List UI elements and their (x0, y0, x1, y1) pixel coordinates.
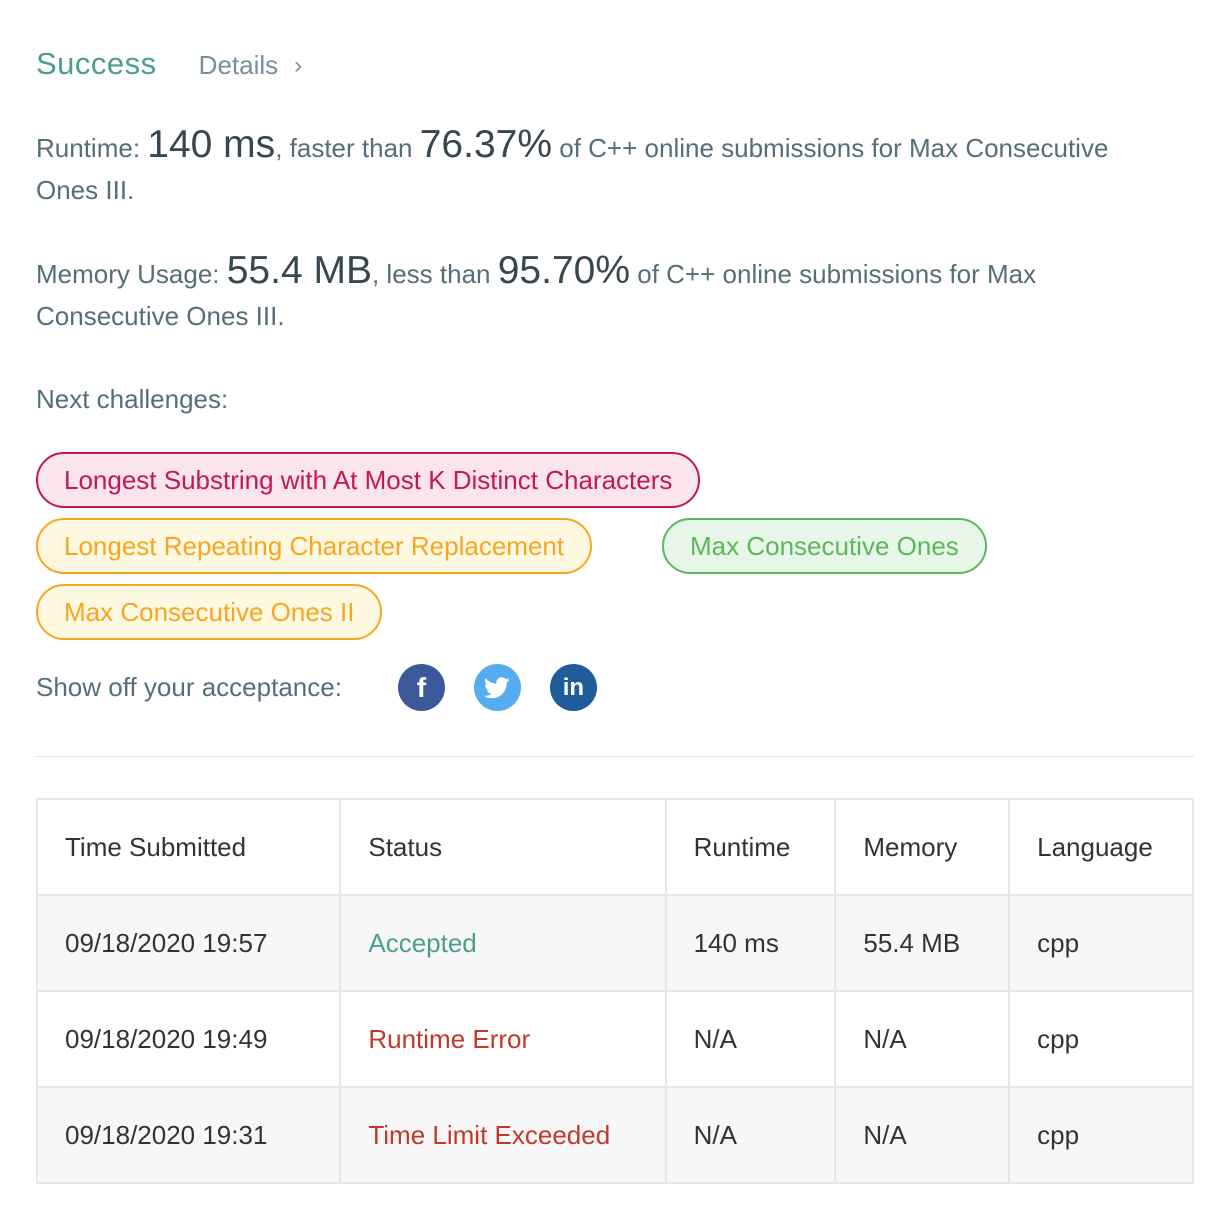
twitter-bird-glyph (484, 676, 511, 698)
twitter-icon[interactable] (473, 664, 521, 711)
result-header: Success Details › (36, 46, 302, 82)
cell-runtime: 140 ms (664, 894, 837, 992)
col-header-runtime: Runtime (664, 798, 837, 896)
table-row: 09/18/2020 19:31 Time Limit Exceeded N/A… (35, 1086, 1194, 1184)
table-header-row: Time Submitted Status Runtime Memory Lan… (35, 798, 1194, 896)
cell-language: cpp (1008, 1086, 1194, 1184)
table-row: 09/18/2020 19:49 Runtime Error N/A N/A c… (35, 990, 1194, 1088)
cell-memory: N/A (834, 1086, 1011, 1184)
linkedin-icon[interactable]: in (549, 664, 597, 711)
col-header-time: Time Submitted (35, 798, 342, 896)
col-header-status: Status (339, 798, 667, 896)
memory-stat: Memory Usage: 55.4 MB, less than 95.70% … (36, 250, 1176, 337)
cell-time: 09/18/2020 19:49 (35, 990, 342, 1088)
result-status: Success (36, 46, 157, 81)
challenge-tag-longest-substring-k-distinct[interactable]: Longest Substring with At Most K Distinc… (36, 452, 701, 508)
cell-runtime: N/A (664, 990, 837, 1088)
table-row: 09/18/2020 19:57 Accepted 140 ms 55.4 MB… (35, 894, 1194, 992)
runtime-label: Runtime: (36, 133, 141, 163)
challenge-tag-longest-repeating-replacement[interactable]: Longest Repeating Character Replacement (36, 518, 593, 574)
cell-time: 09/18/2020 19:31 (35, 1086, 342, 1184)
col-header-language: Language (1008, 798, 1194, 896)
cell-memory: N/A (834, 990, 1011, 1088)
cell-language: cpp (1008, 990, 1194, 1088)
challenge-tag-max-consecutive-ones[interactable]: Max Consecutive Ones (662, 518, 987, 574)
memory-percent: 95.70% (497, 249, 631, 292)
runtime-value: 140 ms (147, 123, 276, 166)
next-challenges-label: Next challenges: (36, 384, 229, 414)
cell-time: 09/18/2020 19:57 (35, 894, 342, 992)
runtime-percent: 76.37% (419, 123, 553, 166)
memory-label: Memory Usage: (36, 259, 220, 289)
cell-language: cpp (1008, 894, 1194, 992)
section-divider (36, 756, 1194, 757)
share-row: Show off your acceptance: f in (36, 664, 597, 711)
status-runtime-error-link[interactable]: Runtime Error (368, 1024, 530, 1054)
memory-mid: , less than (371, 259, 491, 289)
runtime-stat: Runtime: 140 ms, faster than 76.37% of C… (36, 124, 1176, 211)
submissions-table: Time Submitted Status Runtime Memory Lan… (35, 798, 1194, 1184)
status-accepted-link[interactable]: Accepted (368, 928, 476, 958)
facebook-icon[interactable]: f (397, 664, 445, 711)
details-label: Details (198, 50, 279, 80)
share-label: Show off your acceptance: (36, 672, 342, 702)
memory-value: 55.4 MB (226, 249, 372, 292)
chevron-right-icon: › (294, 51, 303, 79)
challenge-tag-max-consecutive-ones-ii[interactable]: Max Consecutive Ones II (36, 584, 383, 640)
status-tle-link[interactable]: Time Limit Exceeded (368, 1120, 610, 1150)
cell-memory: 55.4 MB (834, 894, 1011, 992)
cell-runtime: N/A (664, 1086, 837, 1184)
details-link[interactable]: Details › (199, 50, 302, 81)
runtime-mid: , faster than (275, 133, 413, 163)
col-header-memory: Memory (834, 798, 1011, 896)
